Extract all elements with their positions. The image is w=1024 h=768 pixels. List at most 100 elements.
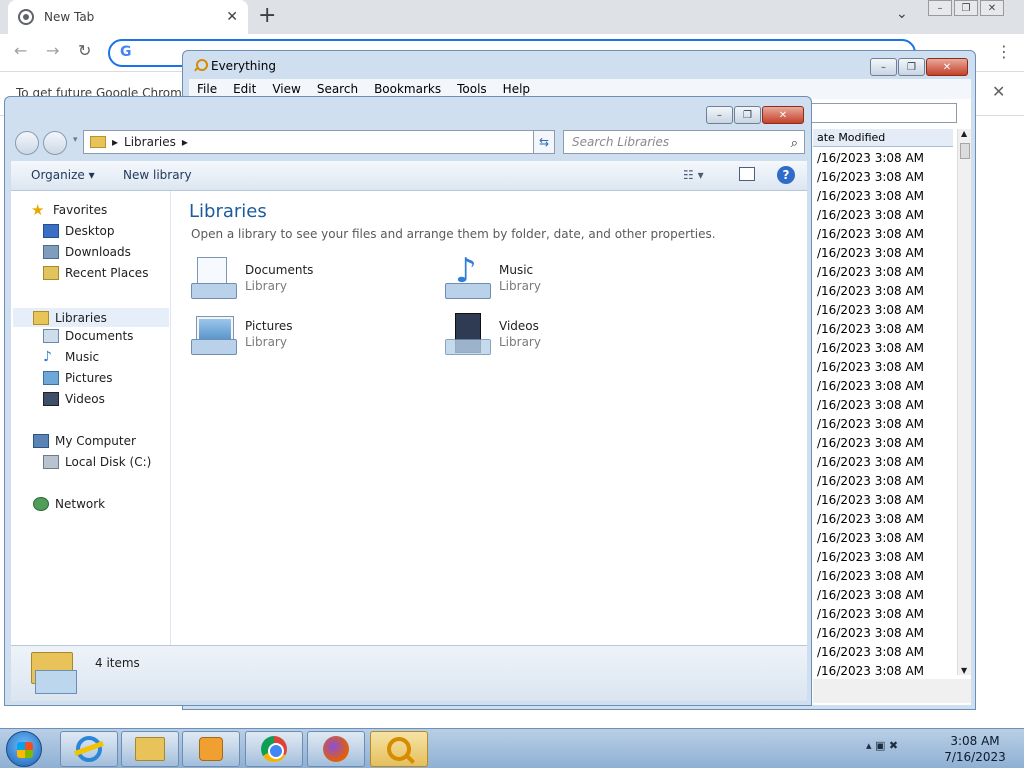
- chrome-tab-search-icon[interactable]: ⌄: [896, 6, 908, 22]
- nav-local-disk[interactable]: Local Disk (C:): [43, 455, 151, 469]
- nav-desktop[interactable]: Desktop: [43, 224, 115, 238]
- nav-music[interactable]: ♪ Music: [43, 350, 99, 364]
- breadcrumb-libraries[interactable]: Libraries: [124, 135, 176, 149]
- nav-downloads[interactable]: Downloads: [43, 245, 131, 259]
- chrome-new-tab-button[interactable]: +: [258, 4, 276, 28]
- result-row[interactable]: /16/2023 3:08 AM: [813, 548, 953, 567]
- everything-close-button[interactable]: ✕: [926, 58, 968, 76]
- nav-recent-places[interactable]: Recent Places: [43, 266, 148, 280]
- nav-my-computer[interactable]: My Computer: [33, 434, 136, 448]
- recent-pages-dropdown-icon[interactable]: ▾: [73, 135, 78, 145]
- result-row[interactable]: /16/2023 3:08 AM: [813, 168, 953, 187]
- nav-videos[interactable]: Videos: [43, 392, 105, 406]
- result-row[interactable]: /16/2023 3:08 AM: [813, 149, 953, 168]
- explorer-maximize-button[interactable]: ❐: [734, 106, 761, 124]
- result-row[interactable]: /16/2023 3:08 AM: [813, 377, 953, 396]
- taskbar-media-player[interactable]: [182, 731, 240, 767]
- chrome-tab-new-tab[interactable]: New Tab ✕: [8, 0, 248, 34]
- library-item-documents[interactable]: Documents Library: [191, 257, 313, 299]
- nav-favorites[interactable]: ★ Favorites: [31, 203, 107, 218]
- taskbar-explorer[interactable]: [121, 731, 179, 767]
- result-row[interactable]: /16/2023 3:08 AM: [813, 396, 953, 415]
- library-item-videos[interactable]: Videos Library: [445, 313, 541, 355]
- result-row[interactable]: /16/2023 3:08 AM: [813, 339, 953, 358]
- chrome-menu-icon[interactable]: ⋮: [996, 42, 1012, 61]
- result-row[interactable]: /16/2023 3:08 AM: [813, 624, 953, 643]
- everything-maximize-button[interactable]: ❐: [898, 58, 925, 76]
- help-icon[interactable]: ?: [777, 166, 795, 184]
- result-row[interactable]: /16/2023 3:08 AM: [813, 301, 953, 320]
- menu-help[interactable]: Help: [495, 82, 538, 96]
- chrome-infobar-close-icon[interactable]: ✕: [992, 82, 1005, 101]
- nav-network[interactable]: Network: [33, 497, 105, 511]
- search-libraries-input[interactable]: Search Libraries ⌕: [563, 130, 805, 154]
- result-row[interactable]: /16/2023 3:08 AM: [813, 187, 953, 206]
- menu-bookmarks[interactable]: Bookmarks: [366, 82, 449, 96]
- chrome-close-button[interactable]: ✕: [980, 0, 1004, 16]
- breadcrumb-arrow-icon[interactable]: ▸: [112, 135, 118, 149]
- organize-button[interactable]: Organize ▾: [31, 168, 95, 182]
- search-icon[interactable]: ⌕: [791, 133, 798, 155]
- taskbar-internet-explorer[interactable]: [60, 731, 118, 767]
- taskbar-everything[interactable]: [370, 731, 428, 767]
- menu-search[interactable]: Search: [309, 82, 366, 96]
- explorer-close-button[interactable]: ✕: [762, 106, 804, 124]
- result-row[interactable]: /16/2023 3:08 AM: [813, 643, 953, 662]
- result-row[interactable]: /16/2023 3:08 AM: [813, 415, 953, 434]
- chrome-forward-icon[interactable]: →: [46, 41, 59, 60]
- new-library-button[interactable]: New library: [123, 168, 192, 182]
- nav-libraries[interactable]: Libraries: [13, 308, 169, 327]
- result-row[interactable]: /16/2023 3:08 AM: [813, 320, 953, 339]
- address-bar[interactable]: ▸ Libraries ▸ ▾: [83, 130, 553, 154]
- chrome-reload-icon[interactable]: ↻: [78, 41, 91, 60]
- chrome-tab-close-icon[interactable]: ✕: [226, 9, 238, 25]
- result-row[interactable]: /16/2023 3:08 AM: [813, 263, 953, 282]
- change-view-icon[interactable]: ☷ ▾: [683, 168, 704, 182]
- menu-file[interactable]: File: [189, 82, 225, 96]
- nav-pictures[interactable]: Pictures: [43, 371, 113, 385]
- everything-search-input[interactable]: [805, 103, 957, 123]
- menu-edit[interactable]: Edit: [225, 82, 264, 96]
- result-row[interactable]: /16/2023 3:08 AM: [813, 206, 953, 225]
- preview-pane-icon[interactable]: [739, 167, 755, 181]
- explorer-minimize-button[interactable]: –: [706, 106, 733, 124]
- menu-view[interactable]: View: [264, 82, 308, 96]
- everything-scrollbar[interactable]: ▲ ▼: [957, 129, 971, 675]
- scroll-down-icon[interactable]: ▼: [961, 666, 967, 675]
- forward-button[interactable]: [43, 131, 67, 155]
- chrome-restore-button[interactable]: ❐: [954, 0, 978, 16]
- result-row[interactable]: /16/2023 3:08 AM: [813, 567, 953, 586]
- scroll-up-icon[interactable]: ▲: [961, 129, 967, 138]
- result-row[interactable]: /16/2023 3:08 AM: [813, 510, 953, 529]
- result-row[interactable]: /16/2023 3:08 AM: [813, 434, 953, 453]
- chrome-minimize-button[interactable]: –: [928, 0, 952, 16]
- start-button[interactable]: [6, 731, 42, 767]
- breadcrumb-arrow-icon[interactable]: ▸: [182, 135, 188, 149]
- result-row[interactable]: /16/2023 3:08 AM: [813, 529, 953, 548]
- back-button[interactable]: [15, 131, 39, 155]
- chrome-back-icon[interactable]: ←: [14, 41, 27, 60]
- computer-icon: [33, 434, 49, 448]
- menu-tools[interactable]: Tools: [449, 82, 495, 96]
- result-row[interactable]: /16/2023 3:08 AM: [813, 491, 953, 510]
- result-row[interactable]: /16/2023 3:08 AM: [813, 282, 953, 301]
- everything-icon: [387, 737, 411, 761]
- nav-documents[interactable]: Documents: [43, 329, 133, 343]
- result-row[interactable]: /16/2023 3:08 AM: [813, 472, 953, 491]
- refresh-button[interactable]: ⇆: [533, 130, 555, 154]
- taskbar-chrome[interactable]: [245, 731, 303, 767]
- scroll-thumb[interactable]: [960, 143, 970, 159]
- result-row[interactable]: /16/2023 3:08 AM: [813, 244, 953, 263]
- result-row[interactable]: /16/2023 3:08 AM: [813, 358, 953, 377]
- result-row[interactable]: /16/2023 3:08 AM: [813, 453, 953, 472]
- library-item-pictures[interactable]: Pictures Library: [191, 313, 293, 355]
- result-row[interactable]: /16/2023 3:08 AM: [813, 586, 953, 605]
- result-row[interactable]: /16/2023 3:08 AM: [813, 605, 953, 624]
- column-header-date-modified[interactable]: ate Modified: [813, 129, 953, 147]
- library-item-music[interactable]: Music Library: [445, 251, 541, 299]
- everything-minimize-button[interactable]: –: [870, 58, 897, 76]
- tray-icons[interactable]: ▴ ▣ ✖: [866, 739, 898, 752]
- result-row[interactable]: /16/2023 3:08 AM: [813, 225, 953, 244]
- clock[interactable]: 3:08 AM 7/16/2023: [940, 733, 1010, 765]
- taskbar-firefox[interactable]: [307, 731, 365, 767]
